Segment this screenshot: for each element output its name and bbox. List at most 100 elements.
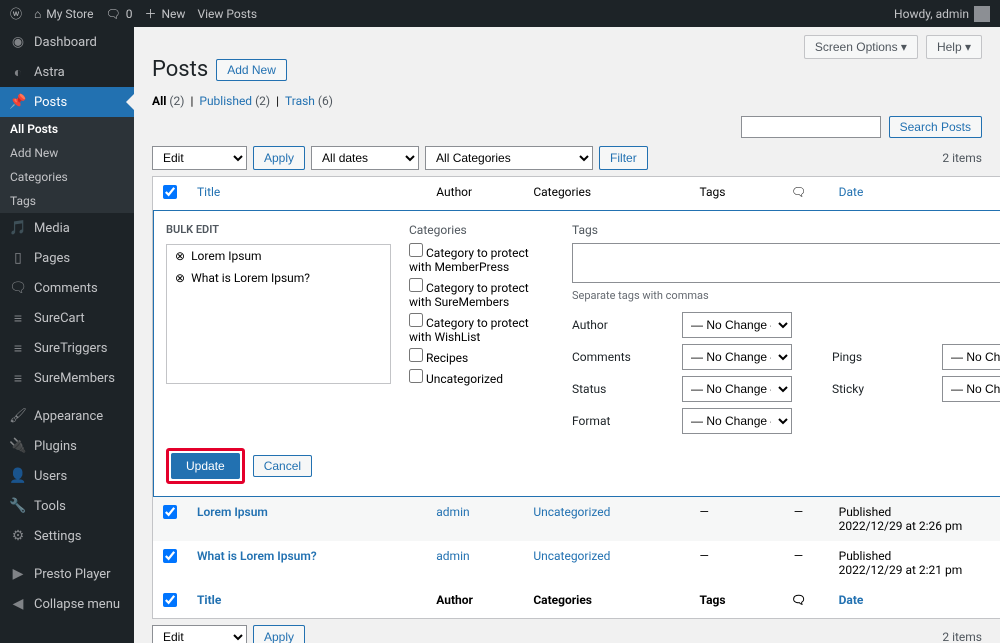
howdy-link[interactable]: Howdy, admin <box>894 6 990 22</box>
post-comments: — <box>768 541 828 585</box>
format-label: Format <box>572 414 652 428</box>
play-icon: ▶ <box>10 566 26 582</box>
site-name-link[interactable]: ⌂My Store <box>34 7 93 21</box>
menu-presto-player[interactable]: ▶Presto Player <box>0 559 134 589</box>
post-tags: — <box>690 541 769 585</box>
post-category-link[interactable]: Uncategorized <box>533 505 610 519</box>
filter-trash[interactable]: Trash <box>285 94 315 108</box>
pings-select[interactable]: — No Change — <box>942 344 1000 370</box>
table-row: What is Lorem Ipsum? admin Uncategorized… <box>153 541 1000 585</box>
col-date-bottom[interactable]: Date <box>839 593 864 607</box>
menu-tools[interactable]: 🔧Tools <box>0 491 134 521</box>
trigger-icon: ≡ <box>10 340 26 356</box>
col-title[interactable]: Title <box>197 185 220 199</box>
select-all-checkbox-bottom[interactable] <box>163 593 177 607</box>
menu-appearance[interactable]: 🖌Appearance <box>0 401 134 431</box>
cart-icon: ≡ <box>10 310 26 326</box>
bulk-item: ⊗Lorem Ipsum <box>167 245 390 267</box>
menu-pages[interactable]: ▯Pages <box>0 243 134 273</box>
wp-logo[interactable]: ⓦ <box>10 5 22 22</box>
category-checkbox[interactable]: Category to protect with SureMembers <box>409 278 554 309</box>
bulk-items-list: ⊗Lorem Ipsum ⊗What is Lorem Ipsum? <box>166 244 391 384</box>
menu-users[interactable]: 👤Users <box>0 461 134 491</box>
col-date[interactable]: Date <box>839 185 864 199</box>
comments-select[interactable]: — No Change — <box>682 344 792 370</box>
admin-sidebar: ◉Dashboard ◐Astra 📌Posts All Posts Add N… <box>0 27 134 643</box>
col-author-bottom: Author <box>426 585 523 619</box>
menu-suremembers[interactable]: ≡SureMembers <box>0 363 134 393</box>
home-icon: ⌂ <box>34 7 41 21</box>
menu-comments[interactable]: 🗨Comments <box>0 273 134 303</box>
pin-icon: 📌 <box>10 94 26 110</box>
filter-button[interactable]: Filter <box>599 146 648 170</box>
date-filter-select[interactable]: All dates <box>311 146 419 170</box>
row-checkbox[interactable] <box>163 549 177 563</box>
menu-settings[interactable]: ⚙Settings <box>0 521 134 551</box>
update-button[interactable]: Update <box>171 453 240 479</box>
apply-button[interactable]: Apply <box>253 146 305 170</box>
menu-astra[interactable]: ◐Astra <box>0 57 134 87</box>
search-input[interactable] <box>741 116 881 138</box>
sticky-select[interactable]: — No Change — <box>942 376 1000 402</box>
author-select[interactable]: — No Change — <box>682 312 792 338</box>
screen-options-button[interactable]: Screen Options ▾ <box>804 35 918 59</box>
new-content-link[interactable]: ＋New <box>144 5 185 22</box>
menu-suretriggers[interactable]: ≡SureTriggers <box>0 333 134 363</box>
menu-plugins[interactable]: 🔌Plugins <box>0 431 134 461</box>
bulk-action-select-bottom[interactable]: Edit <box>152 625 247 643</box>
plugin-icon: 🔌 <box>10 438 26 454</box>
menu-dashboard[interactable]: ◉Dashboard <box>0 27 134 57</box>
menu-surecart[interactable]: ≡SureCart <box>0 303 134 333</box>
post-author-link[interactable]: admin <box>436 549 469 563</box>
category-checkbox[interactable]: Recipes <box>409 348 554 365</box>
submenu-categories[interactable]: Categories <box>0 165 134 189</box>
help-button[interactable]: Help ▾ <box>926 35 982 59</box>
submenu-all-posts[interactable]: All Posts <box>0 117 134 141</box>
howdy-label: Howdy, admin <box>894 7 969 21</box>
comments-icon: 🗨 <box>791 593 806 607</box>
update-highlight: Update <box>166 448 245 484</box>
view-posts-link[interactable]: View Posts <box>197 7 257 21</box>
collapse-menu[interactable]: ◀Collapse menu <box>0 589 134 619</box>
add-new-button[interactable]: Add New <box>216 59 287 81</box>
post-title-link[interactable]: Lorem Ipsum <box>197 505 268 519</box>
filter-all[interactable]: All <box>152 94 166 108</box>
submenu-tags[interactable]: Tags <box>0 189 134 213</box>
col-categories-bottom: Categories <box>523 585 689 619</box>
tags-input[interactable] <box>572 243 1000 283</box>
col-tags-bottom: Tags <box>690 585 769 619</box>
category-checkbox[interactable]: Uncategorized <box>409 369 554 386</box>
post-comments: — <box>768 497 828 541</box>
select-all-checkbox[interactable] <box>163 185 177 199</box>
bulk-edit-heading: BULK EDIT <box>166 223 391 236</box>
media-icon: 🎵 <box>10 220 26 236</box>
new-label: New <box>162 7 186 21</box>
category-filter-select[interactable]: All Categories <box>425 146 593 170</box>
remove-icon[interactable]: ⊗ <box>175 271 185 285</box>
row-checkbox[interactable] <box>163 505 177 519</box>
wordpress-icon: ⓦ <box>10 5 22 22</box>
format-select[interactable]: — No Change — <box>682 408 792 434</box>
status-select[interactable]: — No Change — <box>682 376 792 402</box>
bulk-edit-panel: BULK EDIT ⊗Lorem Ipsum ⊗What is Lorem Ip… <box>153 210 1000 497</box>
col-title-bottom[interactable]: Title <box>197 593 221 607</box>
apply-button-bottom[interactable]: Apply <box>253 625 305 643</box>
post-author-link[interactable]: admin <box>436 505 469 519</box>
submenu-add-new[interactable]: Add New <box>0 141 134 165</box>
menu-posts[interactable]: 📌Posts <box>0 87 134 117</box>
comments-link[interactable]: 🗨0 <box>106 7 133 21</box>
category-checkbox[interactable]: Category to protect with WishList <box>409 313 554 344</box>
post-title-link[interactable]: What is Lorem Ipsum? <box>197 549 317 563</box>
author-label: Author <box>572 318 652 332</box>
category-checkbox[interactable]: Category to protect with MemberPress <box>409 243 554 274</box>
remove-icon[interactable]: ⊗ <box>175 249 185 263</box>
cancel-button[interactable]: Cancel <box>253 455 312 477</box>
main-content: Screen Options ▾ Help ▾ Posts Add New Al… <box>134 27 1000 643</box>
filter-published[interactable]: Published <box>199 94 252 108</box>
search-posts-button[interactable]: Search Posts <box>889 116 982 138</box>
members-icon: ≡ <box>10 370 26 386</box>
post-date: Published2022/12/29 at 2:26 pm <box>829 497 1000 541</box>
post-category-link[interactable]: Uncategorized <box>533 549 610 563</box>
bulk-action-select[interactable]: Edit <box>152 146 247 170</box>
menu-media[interactable]: 🎵Media <box>0 213 134 243</box>
